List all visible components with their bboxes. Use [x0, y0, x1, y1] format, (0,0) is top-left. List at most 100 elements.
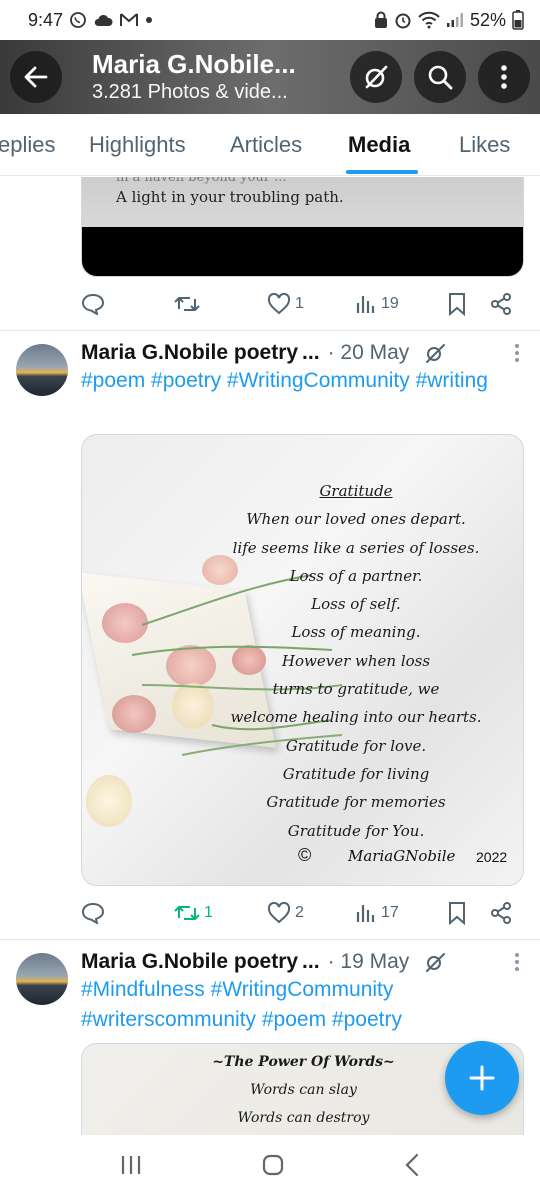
avatar[interactable]: [16, 953, 68, 1005]
battery-percent: 52%: [469, 9, 506, 30]
poem-line: However when loss: [281, 651, 431, 670]
avatar[interactable]: [16, 344, 68, 396]
bookmark-button[interactable]: [447, 901, 467, 925]
retweet-button[interactable]: [174, 293, 200, 315]
tweet-hashtags[interactable]: #Mindfulness #WritingCommunity #writersc…: [81, 975, 500, 1035]
reply-button[interactable]: [81, 293, 105, 315]
poem-line: Gratitude for love.: [285, 736, 427, 755]
tweet-image[interactable]: Gratitude When our loved ones depart. li…: [81, 434, 524, 886]
poem-year: 2022: [476, 849, 508, 865]
post-image[interactable]: in a haven beyond your ... A light in yo…: [81, 177, 524, 277]
compose-button[interactable]: [445, 1041, 519, 1115]
gmail-icon: [119, 12, 139, 28]
views-button[interactable]: 19: [355, 294, 399, 314]
share-button[interactable]: [489, 292, 513, 316]
system-nav-bar: [0, 1136, 540, 1199]
name-ellipsis: ...: [302, 950, 320, 973]
views-count: 17: [381, 904, 399, 921]
search-icon: [428, 65, 453, 90]
profile-name: Maria G.Nobile...: [92, 49, 296, 79]
divider: [0, 939, 540, 940]
more-icon[interactable]: [514, 952, 520, 972]
reply-icon: [81, 902, 105, 924]
poem-line: in a haven beyond your ...: [116, 177, 287, 185]
views-count: 19: [381, 295, 399, 312]
post-actions: 1 19: [81, 289, 521, 319]
name-ellipsis: ...: [302, 341, 320, 364]
more-icon[interactable]: [514, 343, 520, 363]
tab-likes[interactable]: Likes: [459, 132, 510, 158]
divider: [0, 330, 540, 331]
poem-line: life seems like a series of losses.: [232, 538, 480, 557]
views-button[interactable]: 17: [355, 903, 399, 923]
retweet-icon: [174, 906, 200, 920]
media-count: 3.281 Photos & vide...: [92, 81, 288, 103]
share-icon: [491, 293, 511, 315]
back-arrow-icon: [24, 66, 48, 88]
back-button[interactable]: [10, 51, 62, 103]
battery-icon: [512, 10, 524, 30]
like-count: 2: [295, 904, 304, 921]
profile-tabs: eplies Highlights Articles Media Likes: [0, 114, 540, 176]
reply-icon: [81, 293, 105, 315]
tweet-hashtags[interactable]: #poem #poetry #WritingCommunity #writing: [81, 366, 500, 396]
retweet-button[interactable]: 1: [174, 902, 213, 924]
recent-apps-button[interactable]: [119, 1154, 143, 1181]
like-button[interactable]: 2: [267, 902, 304, 924]
grok-icon: [365, 65, 388, 89]
cloud-icon: [93, 13, 113, 27]
tweet-date[interactable]: · 20 May: [328, 341, 410, 365]
poem-line: A light in your troubling path.: [116, 188, 344, 206]
tweet-header: Maria G.Nobile poetry ... · 20 May: [81, 338, 520, 368]
whatsapp-icon: [69, 11, 87, 29]
reply-button[interactable]: [81, 902, 105, 924]
poem-line: Gratitude for living: [282, 764, 430, 783]
grok-button[interactable]: [350, 51, 402, 103]
alarm-icon: [394, 11, 412, 29]
tab-articles[interactable]: Articles: [230, 132, 302, 158]
poem-line: Gratitude for memories: [266, 793, 446, 812]
author-name[interactable]: Maria G.Nobile poetry: [81, 950, 298, 974]
like-count: 1: [295, 295, 304, 312]
bookmark-icon: [449, 293, 465, 316]
grok-icon[interactable]: [423, 341, 447, 365]
home-icon: [262, 1154, 284, 1176]
status-time: 9:47: [28, 9, 64, 30]
poem-line: When our loved ones depart.: [246, 510, 466, 529]
retweet-count: 1: [204, 904, 213, 921]
grok-icon[interactable]: [423, 950, 447, 974]
tab-highlights[interactable]: Highlights: [89, 132, 186, 158]
tab-media[interactable]: Media: [348, 132, 410, 158]
copyright-symbol: ©: [298, 845, 312, 865]
system-back-button[interactable]: [403, 1153, 421, 1182]
bookmark-button[interactable]: [447, 292, 467, 316]
more-vertical-icon: [501, 65, 507, 89]
like-button[interactable]: 1: [267, 293, 304, 315]
poem-page: in a haven beyond your ... A light in yo…: [82, 177, 523, 227]
poem-line: Loss of self.: [311, 595, 401, 614]
heart-icon: [267, 902, 291, 924]
search-button[interactable]: [414, 51, 466, 103]
tab-replies[interactable]: eplies: [0, 132, 55, 158]
retweet-icon: [174, 297, 200, 311]
poem-line: Loss of a partner.: [289, 566, 423, 585]
tweet-actions: 1 2 17: [81, 898, 521, 928]
tweet-date[interactable]: · 19 May: [328, 950, 410, 974]
poem-line: Gratitude for You.: [287, 821, 425, 840]
chevron-left-icon: [405, 1153, 419, 1177]
status-bar: 9:47 52%: [0, 0, 540, 40]
share-button[interactable]: [489, 901, 513, 925]
plus-icon: [469, 1065, 495, 1091]
author-name[interactable]: Maria G.Nobile poetry: [81, 341, 298, 365]
poem-line: Loss of meaning.: [291, 623, 421, 642]
poem-line: Words can destroy: [237, 1110, 370, 1126]
bookmark-icon: [449, 902, 465, 925]
share-icon: [491, 902, 511, 924]
media-feed[interactable]: in a haven beyond your ... A light in yo…: [0, 177, 540, 1135]
home-button[interactable]: [261, 1153, 285, 1182]
signal-icon: [446, 12, 464, 28]
views-chart-icon: [356, 905, 375, 922]
more-options-button[interactable]: [478, 51, 530, 103]
tweet-header: Maria G.Nobile poetry ... · 19 May: [81, 947, 520, 977]
dot-icon: [145, 16, 153, 24]
